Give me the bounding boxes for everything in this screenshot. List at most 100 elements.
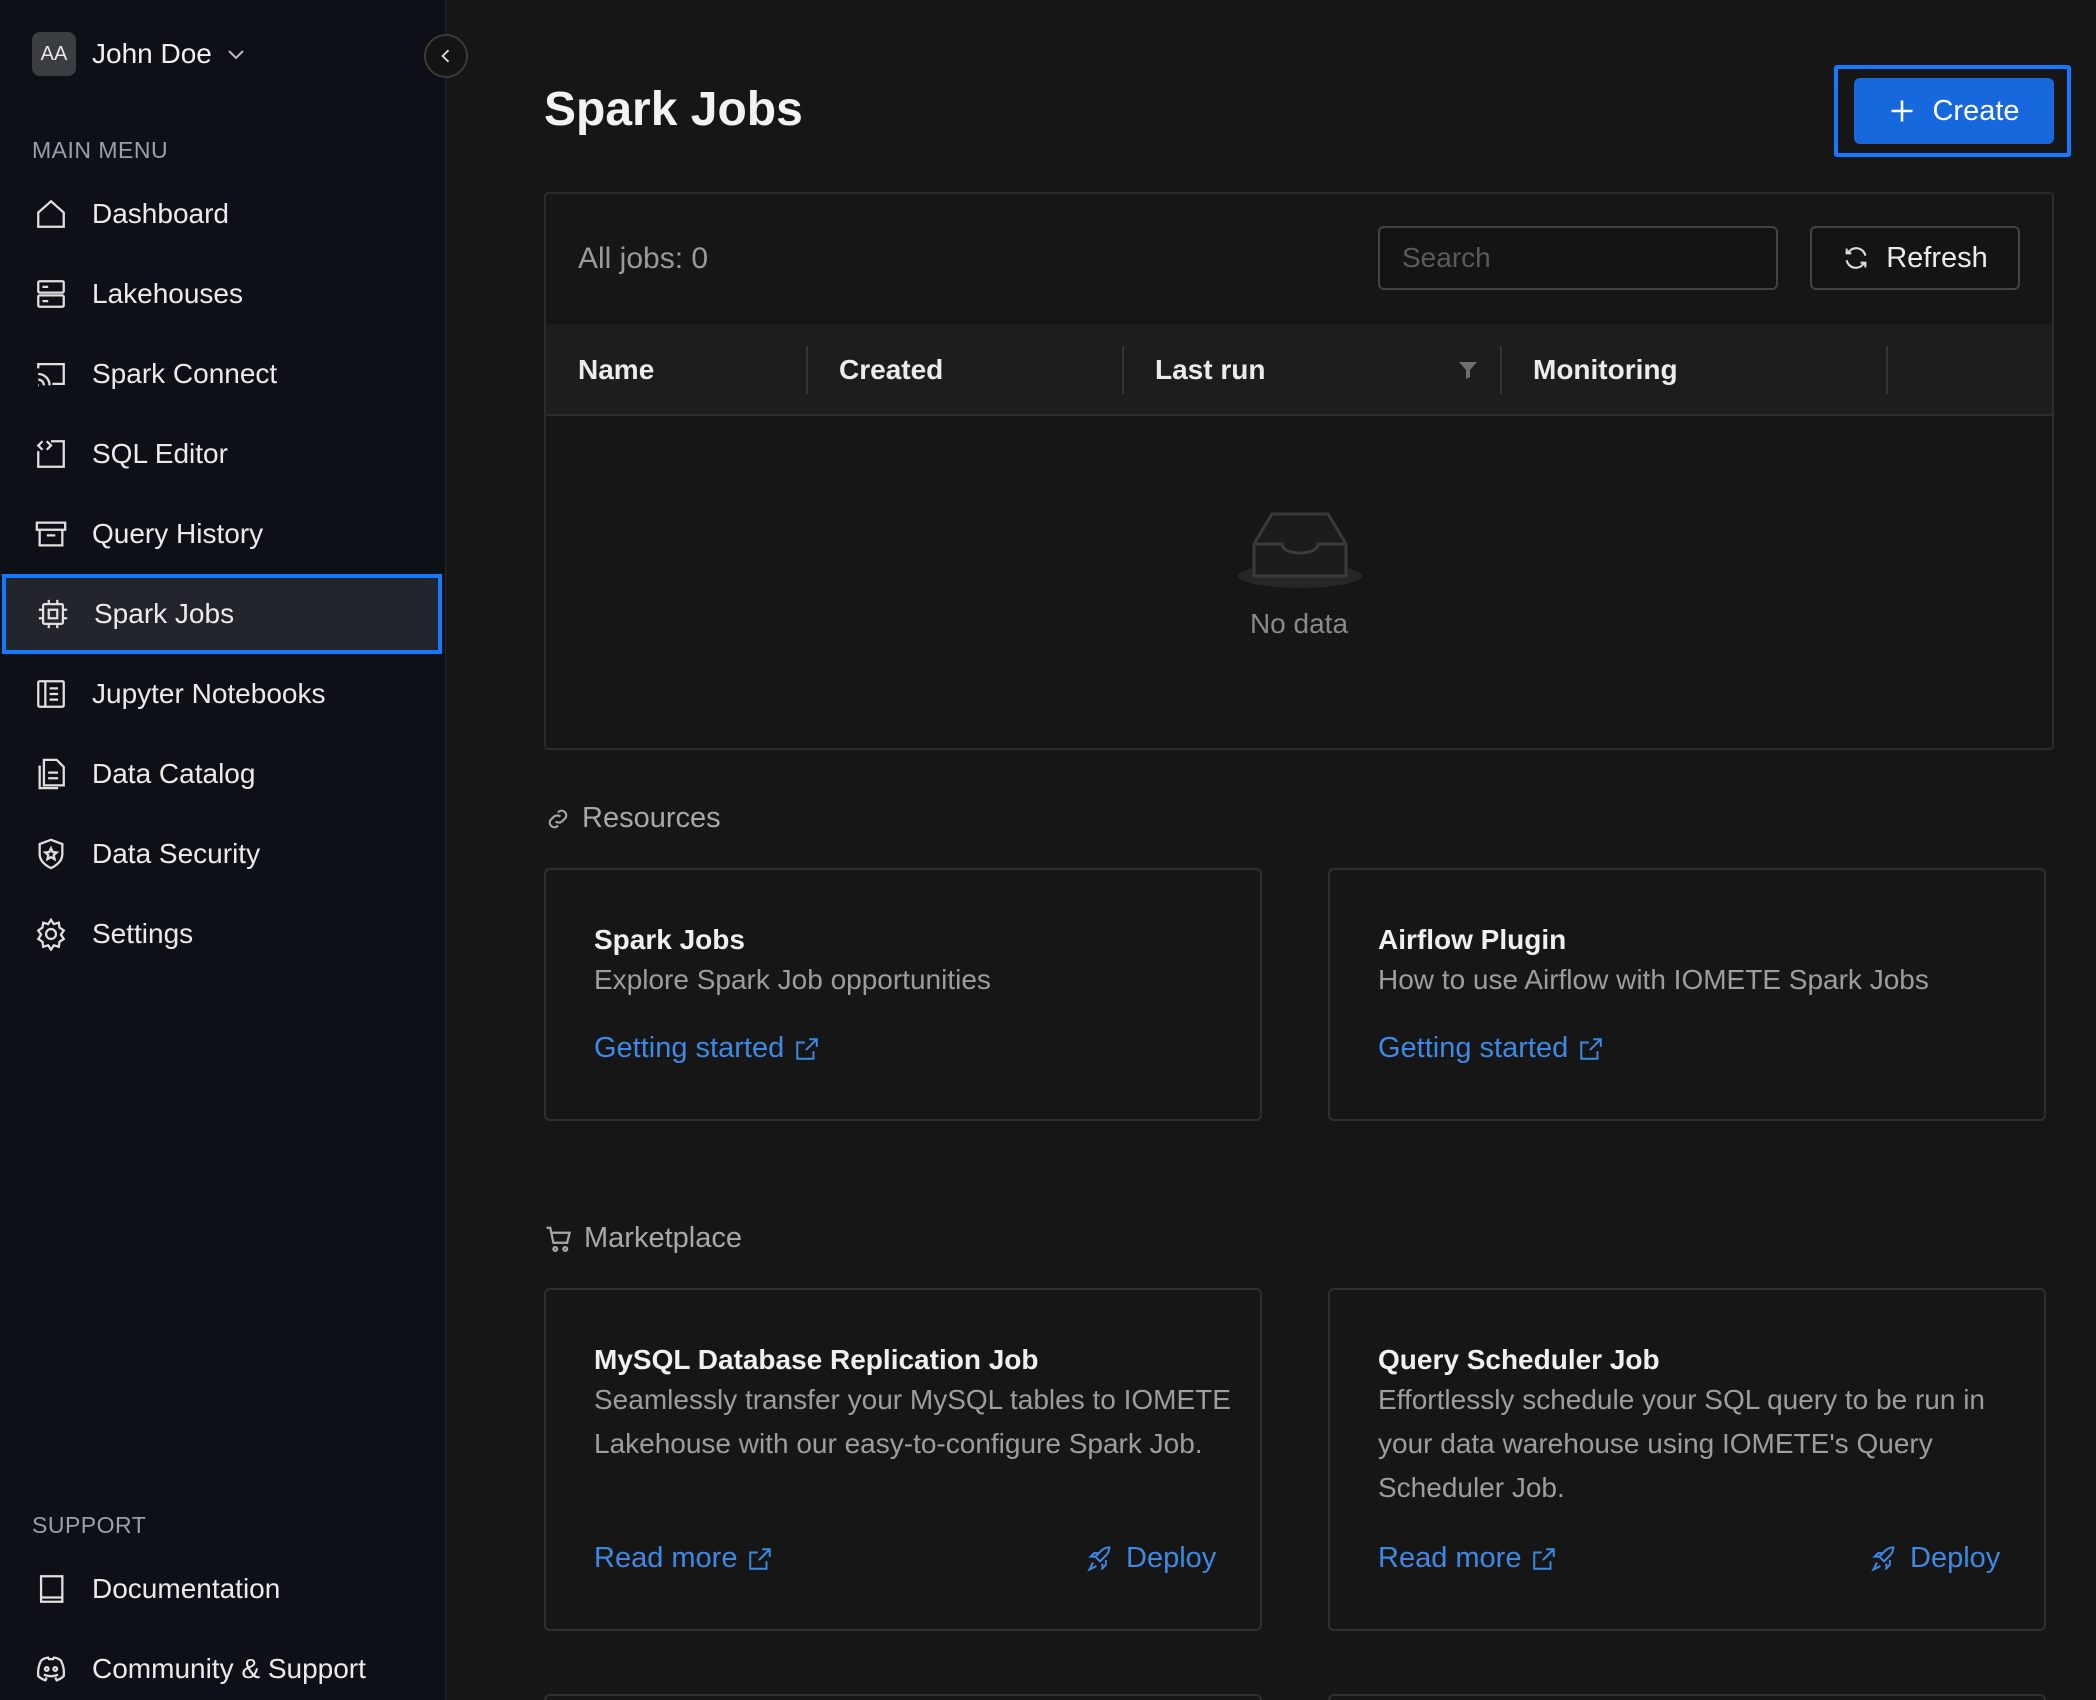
sidebar-item-jupyter-notebooks[interactable]: Jupyter Notebooks <box>0 654 446 734</box>
column-header-last-run[interactable]: Last run <box>1155 324 1265 416</box>
create-label: Create <box>1932 94 2020 127</box>
user-name: John Doe <box>92 38 212 69</box>
link-label: Getting started <box>594 1032 785 1064</box>
resources-heading-label: Resources <box>582 802 721 834</box>
create-button[interactable]: Create <box>1854 78 2054 144</box>
sidebar-item-documentation[interactable]: Documentation <box>0 1549 446 1629</box>
sidebar-item-label: Jupyter Notebooks <box>92 678 326 709</box>
rocket-icon <box>1086 1545 1114 1573</box>
book-icon <box>32 1570 70 1608</box>
page-title: Spark Jobs <box>544 83 803 136</box>
sidebar-item-dashboard[interactable]: Dashboard <box>0 174 446 254</box>
card-description: Explore Spark Job opportunities <box>594 964 991 995</box>
sidebar-item-sql-editor[interactable]: SQL Editor <box>0 414 446 494</box>
jobs-count: All jobs: 0 <box>578 242 709 275</box>
notebook-icon <box>32 675 70 713</box>
resource-card-airflow-plugin: Airflow Plugin How to use Airflow with I… <box>1328 868 2046 1121</box>
filter-icon[interactable] <box>1456 358 1480 382</box>
rocket-icon <box>1870 1545 1898 1573</box>
sidebar-item-label: Query History <box>92 518 264 549</box>
refresh-icon <box>1845 247 1867 269</box>
server-icon <box>32 275 70 313</box>
code-editor-icon <box>32 435 70 473</box>
sidebar-item-settings[interactable]: Settings <box>0 894 446 974</box>
support-label: SUPPORT <box>32 1512 147 1538</box>
marketplace-card-partial <box>544 1694 1262 1700</box>
cast-icon <box>32 355 70 393</box>
link-label: Read more <box>1378 1542 1522 1574</box>
chevron-left-icon <box>441 49 450 63</box>
sidebar-item-lakehouses[interactable]: Lakehouses <box>0 254 446 334</box>
column-divider <box>806 346 808 394</box>
cart-icon <box>544 1224 574 1254</box>
column-divider <box>1122 346 1124 394</box>
card-description: How to use Airflow with IOMETE Spark Job… <box>1378 964 1929 995</box>
sidebar-item-label: Lakehouses <box>92 278 244 309</box>
column-header-name[interactable]: Name <box>578 324 654 416</box>
link-icon <box>544 805 572 833</box>
sidebar-item-label: Spark Connect <box>92 358 278 389</box>
column-header-created[interactable]: Created <box>839 324 943 416</box>
getting-started-link[interactable]: Getting started <box>594 1032 820 1065</box>
marketplace-card-mysql-replication: MySQL Database Replication Job Seamlessl… <box>544 1288 1262 1631</box>
sidebar-item-data-catalog[interactable]: Data Catalog <box>0 734 446 814</box>
card-title: MySQL Database Replication Job <box>594 1344 1039 1375</box>
card-title: Spark Jobs <box>594 924 745 955</box>
sidebar: AA John Doe MAIN MENU Dashboard Lakehous… <box>0 0 446 1700</box>
empty-inbox-icon <box>1238 512 1362 588</box>
card-description: Effortlessly schedule your SQL query to … <box>1378 1384 1985 1503</box>
sidebar-item-community-support[interactable]: Community & Support <box>0 1629 446 1700</box>
read-more-link[interactable]: Read more <box>1378 1542 1557 1575</box>
card-title: Query Scheduler Job <box>1378 1344 1660 1375</box>
table-header: Name Created Last run Monitoring <box>546 324 2052 416</box>
sidebar-item-label: Community & Support <box>92 1653 366 1684</box>
empty-text: No data <box>1249 608 1349 639</box>
card-title: Airflow Plugin <box>1378 924 1567 955</box>
search-input[interactable] <box>1378 226 1778 290</box>
user-menu[interactable]: AA John Doe <box>32 32 248 76</box>
chip-icon <box>34 595 72 633</box>
refresh-button[interactable]: Refresh <box>1810 226 2020 290</box>
chevron-down-icon <box>228 50 244 60</box>
home-icon <box>32 195 70 233</box>
shield-icon <box>32 835 70 873</box>
main-menu-label: MAIN MENU <box>32 137 169 163</box>
sidebar-item-label: Dashboard <box>92 198 229 229</box>
sidebar-item-data-security[interactable]: Data Security <box>0 814 446 894</box>
collapse-sidebar-button[interactable] <box>424 34 468 78</box>
archive-icon <box>32 515 70 553</box>
sidebar-item-label: Documentation <box>92 1573 281 1604</box>
external-link-icon <box>1531 1546 1557 1572</box>
column-header-monitoring[interactable]: Monitoring <box>1533 324 1678 416</box>
deploy-button[interactable]: Deploy <box>1870 1542 2000 1575</box>
deploy-label: Deploy <box>1126 1542 1217 1574</box>
sidebar-item-spark-connect[interactable]: Spark Connect <box>0 334 446 414</box>
external-link-icon <box>794 1036 820 1062</box>
sidebar-item-label: Data Security <box>92 838 261 869</box>
plus-icon <box>1891 100 1913 122</box>
column-divider <box>1886 346 1888 394</box>
marketplace-card-partial <box>1328 1694 2046 1700</box>
marketplace-card-query-scheduler: Query Scheduler Job Effortlessly schedul… <box>1328 1288 2046 1631</box>
resource-card-spark-jobs: Spark Jobs Explore Spark Job opportuniti… <box>544 868 1262 1121</box>
sidebar-item-spark-jobs[interactable]: Spark Jobs <box>2 574 442 654</box>
link-label: Getting started <box>1378 1032 1569 1064</box>
avatar: AA <box>32 32 76 76</box>
sidebar-item-query-history[interactable]: Query History <box>0 494 446 574</box>
sidebar-item-label: Spark Jobs <box>94 598 235 629</box>
external-link-icon <box>1578 1036 1604 1062</box>
marketplace-heading-label: Marketplace <box>584 1222 742 1254</box>
discord-icon <box>32 1650 70 1688</box>
link-label: Read more <box>594 1542 738 1574</box>
refresh-label: Refresh <box>1886 241 1988 274</box>
card-description: Seamlessly transfer your MySQL tables to… <box>594 1384 1231 1459</box>
empty-state: No data <box>546 416 2052 746</box>
column-divider <box>1500 346 1502 394</box>
sidebar-item-label: Settings <box>92 918 194 949</box>
sidebar-item-label: Data Catalog <box>92 758 256 789</box>
deploy-label: Deploy <box>1910 1542 2001 1574</box>
deploy-button[interactable]: Deploy <box>1086 1542 1216 1575</box>
getting-started-link[interactable]: Getting started <box>1378 1032 1604 1065</box>
read-more-link[interactable]: Read more <box>594 1542 773 1575</box>
marketplace-heading: Marketplace <box>544 1222 742 1255</box>
